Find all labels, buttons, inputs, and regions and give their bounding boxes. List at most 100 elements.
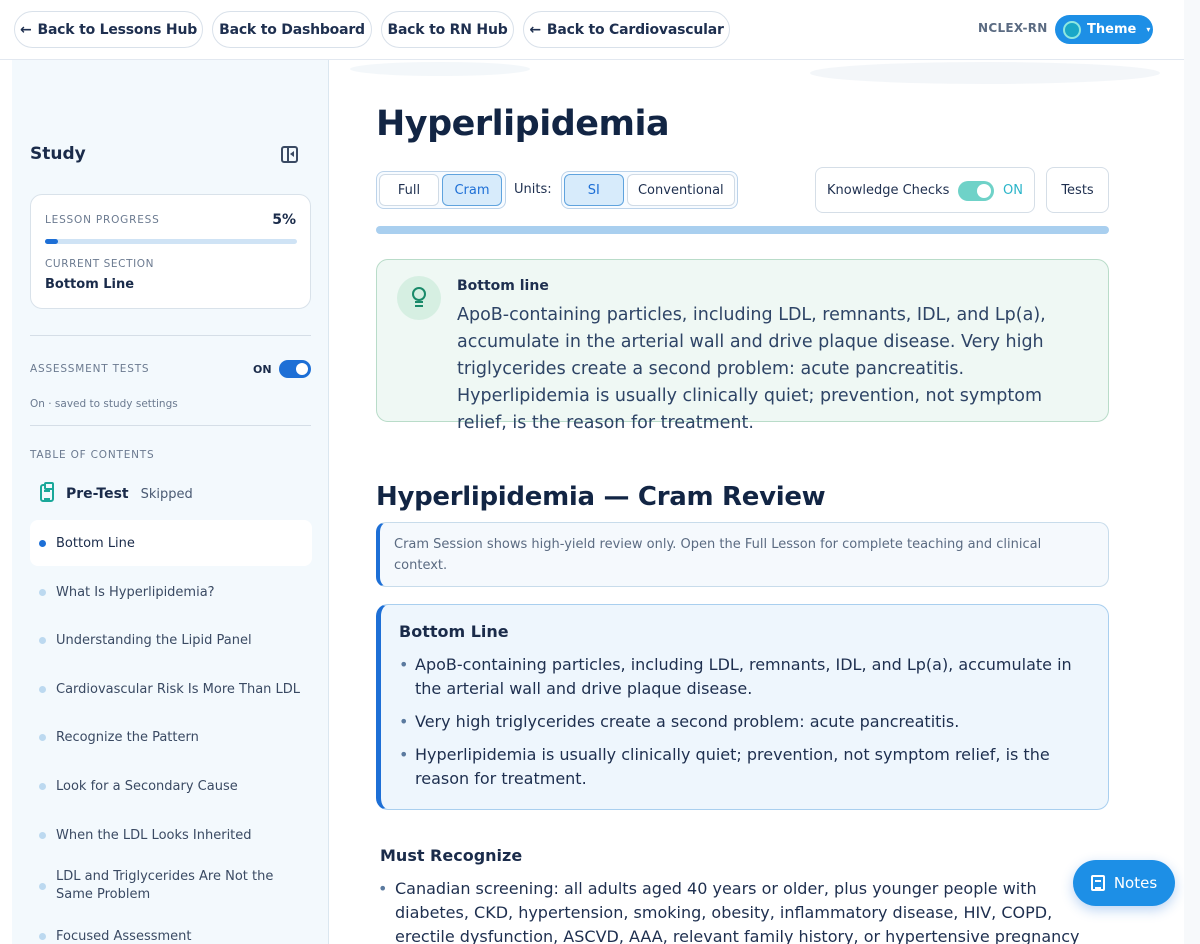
dot-icon <box>39 883 46 890</box>
must-recognize-list: • Canadian screening: all adults aged 40 … <box>378 877 1113 944</box>
assessment-tests-state: ON <box>253 363 272 376</box>
lightbulb-icon <box>397 276 441 320</box>
reading-progress-bar <box>376 226 1109 234</box>
theme-button[interactable]: Theme ▾ <box>1055 15 1153 44</box>
dot-icon <box>39 540 46 547</box>
toggle-knob <box>296 363 308 375</box>
toc-item-label: LDL and Triglycerides Are Not the Same P… <box>56 869 274 902</box>
toc-item-bottom-line[interactable]: Bottom Line <box>30 520 312 566</box>
current-section-label: CURRENT SECTION <box>45 258 155 270</box>
list-item-text: Very high triglycerides create a second … <box>415 712 960 731</box>
status-badge: Skipped <box>140 486 193 502</box>
page-title: Hyperlipidemia <box>376 104 670 144</box>
toc-item-secondary-cause[interactable]: Look for a Secondary Cause <box>30 763 312 809</box>
list-item-text: Hyperlipidemia is usually clinically qui… <box>415 745 1050 788</box>
back-to-dashboard-label: Back to Dashboard <box>219 21 365 38</box>
toc-item-label: Bottom Line <box>56 535 135 551</box>
list-item: • ApoB-containing particles, including LD… <box>399 655 1072 698</box>
cram-mode-button[interactable]: Cram <box>442 174 502 206</box>
dot-icon <box>39 686 46 693</box>
lesson-progress-percent: 5% <box>272 212 296 228</box>
knowledge-checks-toggle[interactable] <box>958 181 994 201</box>
toc-item-label: Look for a Secondary Cause <box>56 778 238 794</box>
tests-button[interactable]: Tests <box>1046 167 1109 213</box>
brand-label: NCLEX-RN <box>978 21 1048 35</box>
units-toggle: SI Conventional <box>561 171 738 209</box>
sidebar-title: Study <box>30 144 86 164</box>
toc-item-what-is-hyperlipidemia[interactable]: What Is Hyperlipidemia? <box>30 569 312 615</box>
theme-circle-icon <box>1063 20 1081 39</box>
theme-label: Theme <box>1087 22 1137 37</box>
lesson-progress-bar <box>45 239 297 244</box>
back-to-cardiovascular-button[interactable]: ← Back to Cardiovascular <box>523 11 730 48</box>
collapse-sidebar-icon[interactable] <box>281 146 298 163</box>
list-item-text: ApoB-containing particles, including LDL… <box>415 655 1072 698</box>
notes-button[interactable]: Notes <box>1073 860 1175 906</box>
decorative-shape <box>810 62 1160 84</box>
lesson-progress-fill <box>45 239 58 244</box>
dot-icon <box>39 832 46 839</box>
dot-icon <box>39 933 46 940</box>
notes-label: Notes <box>1113 874 1158 892</box>
lesson-progress-label: LESSON PROGRESS <box>45 214 160 226</box>
assessment-tests-subtext: On · saved to study settings <box>30 398 178 410</box>
si-units-button[interactable]: SI <box>564 174 624 206</box>
notes-icon <box>1090 875 1105 891</box>
toggle-knob <box>977 184 991 198</box>
back-to-rn-hub-button[interactable]: Back to RN Hub <box>381 11 514 48</box>
toc-item-lipid-panel[interactable]: Understanding the Lipid Panel <box>30 617 312 663</box>
toc-item-label: When the LDL Looks Inherited <box>56 827 252 843</box>
review-card-title: Bottom Line <box>399 622 509 641</box>
review-bullet-list: • ApoB-containing particles, including LD… <box>399 653 1089 800</box>
sidebar: Study LESSON PROGRESS 5% CURRENT SECTION… <box>12 60 329 944</box>
full-mode-button[interactable]: Full <box>379 174 439 206</box>
list-item: • Canadian screening: all adults aged 40 … <box>378 877 1113 944</box>
toc-item-pre-test[interactable]: Pre-Test Skipped <box>30 471 312 517</box>
dot-icon <box>39 734 46 741</box>
toc-item-cardiovascular-risk[interactable]: Cardiovascular Risk Is More Than LDL <box>30 666 312 712</box>
toc-label: TABLE OF CONTENTS <box>30 449 155 461</box>
toc-item-recognize-pattern[interactable]: Recognize the Pattern <box>30 714 312 760</box>
cram-session-note: Cram Session shows high-yield review onl… <box>376 522 1109 587</box>
callout-title: Bottom line <box>457 278 549 294</box>
back-to-cardiovascular-label: Back to Cardiovascular <box>546 21 724 38</box>
mode-toggle: Full Cram <box>376 171 506 209</box>
arrow-left-icon: ← <box>19 21 32 38</box>
assessment-tests-toggle[interactable] <box>279 360 311 378</box>
bottom-line-callout: Bottom line ApoB-containing particles, i… <box>376 259 1109 433</box>
toc-item-focused-assessment[interactable]: Focused Assessment <box>30 913 312 944</box>
section-title: Hyperlipidemia — Cram Review <box>376 482 826 512</box>
list-item-text: Canadian screening: all adults aged 40 y… <box>395 879 1080 944</box>
back-to-rn-hub-label: Back to RN Hub <box>387 21 508 38</box>
knowledge-checks-label: Knowledge Checks <box>827 183 950 198</box>
callout-text: ApoB-containing particles, including LDL… <box>457 305 1046 433</box>
sidebar-divider <box>30 335 311 336</box>
units-label: Units: <box>514 182 552 197</box>
lesson-progress-card: LESSON PROGRESS 5% CURRENT SECTION Botto… <box>30 194 311 309</box>
toc-item-ldl-triglycerides[interactable]: LDL and Triglycerides Are Not the Same P… <box>30 863 312 909</box>
knowledge-checks-state: ON <box>1003 183 1023 198</box>
assessment-tests-label: ASSESSMENT TESTS <box>30 363 150 375</box>
toc-item-label: Focused Assessment <box>56 928 192 944</box>
toc-item-label: Cardiovascular Risk Is More Than LDL <box>56 681 301 697</box>
chevron-down-icon: ▾ <box>1146 25 1151 34</box>
current-section-value: Bottom Line <box>45 277 135 292</box>
list-item: • Very high triglycerides create a second… <box>399 712 960 731</box>
top-bar: ← Back to Lessons Hub Back to Dashboard … <box>0 0 1184 60</box>
clipboard-icon <box>40 482 54 502</box>
dot-icon <box>39 637 46 644</box>
must-recognize-title: Must Recognize <box>380 846 523 865</box>
back-to-lessons-hub-label: Back to Lessons Hub <box>37 21 198 38</box>
bottom-line-review-card: Bottom Line • ApoB-containing particles, … <box>376 604 1109 810</box>
knowledge-checks-control: Knowledge Checks ON <box>815 167 1035 213</box>
arrow-left-icon: ← <box>529 21 541 38</box>
decorative-shape <box>350 62 530 76</box>
back-to-lessons-hub-button[interactable]: ← Back to Lessons Hub <box>14 11 203 48</box>
sidebar-divider <box>30 425 311 426</box>
back-to-dashboard-button[interactable]: Back to Dashboard <box>212 11 372 48</box>
conventional-units-button[interactable]: Conventional <box>626 174 735 206</box>
scrollbar[interactable] <box>1184 0 1200 944</box>
toc-item-ldl-inherited[interactable]: When the LDL Looks Inherited <box>30 812 312 858</box>
toc-item-label: Understanding the Lipid Panel <box>56 632 252 648</box>
dot-icon <box>39 783 46 790</box>
